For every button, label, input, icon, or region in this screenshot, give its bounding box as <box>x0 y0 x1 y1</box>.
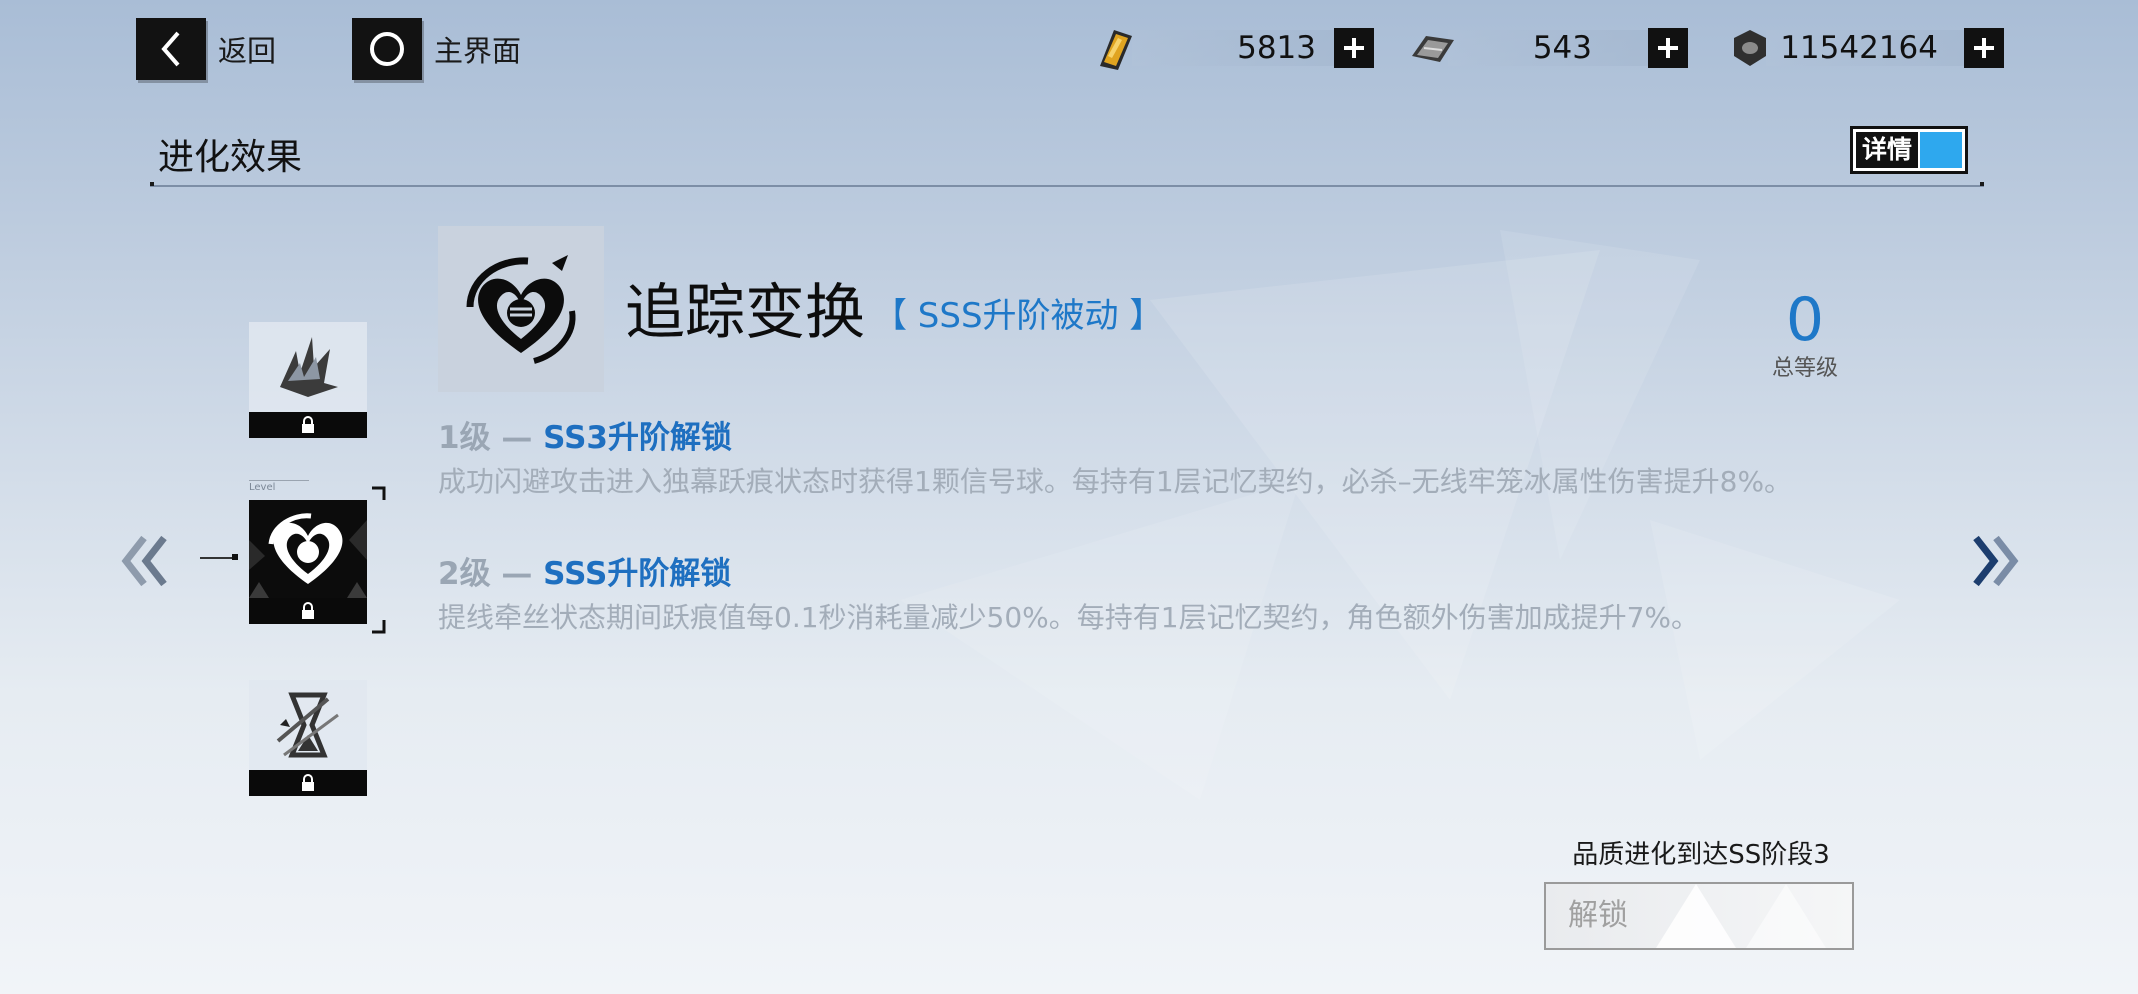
detail-toggle-knob <box>1920 132 1962 168</box>
unlock-label: 解锁 <box>1568 898 1628 933</box>
tier-1-title: 1级 — SS3升阶解锁 <box>438 412 732 457</box>
skill-heart-emblem-icon <box>438 226 604 392</box>
tier-2-desc: 提线牵丝状态期间跃痕值每0.1秒消耗量减少50%。每持有1层记忆契约，角色额外伤… <box>438 601 1700 634</box>
selection-bracket <box>372 486 386 634</box>
home-circle-icon <box>352 18 422 80</box>
tier-2-num: 2级 — <box>438 556 533 592</box>
next-arrow-icon[interactable] <box>1970 530 2022 607</box>
add-nut-coin-button[interactable] <box>1964 28 2004 68</box>
resource-chip-card: 543 <box>1408 26 1688 70</box>
back-arrow-icon <box>136 18 206 80</box>
unlock-button[interactable]: 解锁 <box>1544 882 1854 950</box>
plus-icon <box>1344 38 1364 58</box>
total-level-caption: 总等级 <box>1771 356 1838 381</box>
plus-icon <box>1658 38 1678 58</box>
connector-dot <box>232 554 238 560</box>
side-skill-2-selected[interactable] <box>249 500 367 624</box>
hourglass-emblem-icon <box>249 680 367 770</box>
side-skill-1[interactable] <box>249 322 367 438</box>
detail-label: 详情 <box>1856 132 1919 168</box>
tier-2-name: SSS升阶解锁 <box>543 556 732 592</box>
lock-icon <box>249 598 367 624</box>
back-label: 返回 <box>218 34 277 68</box>
level-marker: Level <box>249 482 276 493</box>
unlock-requirement: 品质进化到达SS阶段3 <box>1572 840 1830 870</box>
lock-icon <box>249 770 367 796</box>
gold-card-icon <box>1092 26 1140 70</box>
add-chip-card-button[interactable] <box>1648 28 1688 68</box>
plus-icon <box>1974 38 1994 58</box>
prev-arrow-icon[interactable] <box>118 530 170 607</box>
section-divider <box>150 182 1984 187</box>
add-gold-card-button[interactable] <box>1334 28 1374 68</box>
tier-1-name: SS3升阶解锁 <box>543 420 733 456</box>
section-title: 进化效果 <box>158 137 303 178</box>
chip-card-value: 543 <box>1532 30 1592 66</box>
home-button[interactable]: 主界面 <box>352 18 521 80</box>
back-button[interactable]: 返回 <box>136 18 276 80</box>
resource-gold-card: 5813 <box>1092 26 1374 70</box>
claw-emblem-icon <box>249 322 367 412</box>
home-label: 主界面 <box>434 34 522 68</box>
gold-card-value: 5813 <box>1237 30 1316 66</box>
skill-name: 追踪变换 <box>625 278 865 348</box>
skill-tag: 【 SSS升阶被动 】 <box>873 296 1164 336</box>
side-skill-3[interactable] <box>249 680 367 796</box>
lock-icon <box>249 412 367 438</box>
nut-coin-value: 11542164 <box>1780 30 1938 66</box>
resource-nut-coin: 11542164 <box>1726 26 2004 70</box>
tier-1-num: 1级 — <box>438 420 533 456</box>
heart-emblem-icon <box>249 500 367 598</box>
level-marker-line <box>249 480 309 481</box>
total-level-value: 0 <box>1785 285 1825 355</box>
chip-card-icon <box>1408 26 1456 70</box>
connector-line <box>200 557 236 559</box>
nut-coin-icon <box>1726 26 1774 70</box>
tier-2-title: 2级 — SSS升阶解锁 <box>438 548 731 593</box>
detail-toggle[interactable]: 详情 <box>1850 126 1968 174</box>
tier-1-desc: 成功闪避攻击进入独幕跃痕状态时获得1颗信号球。每持有1层记忆契约，必杀–无线牢笼… <box>438 465 1793 498</box>
